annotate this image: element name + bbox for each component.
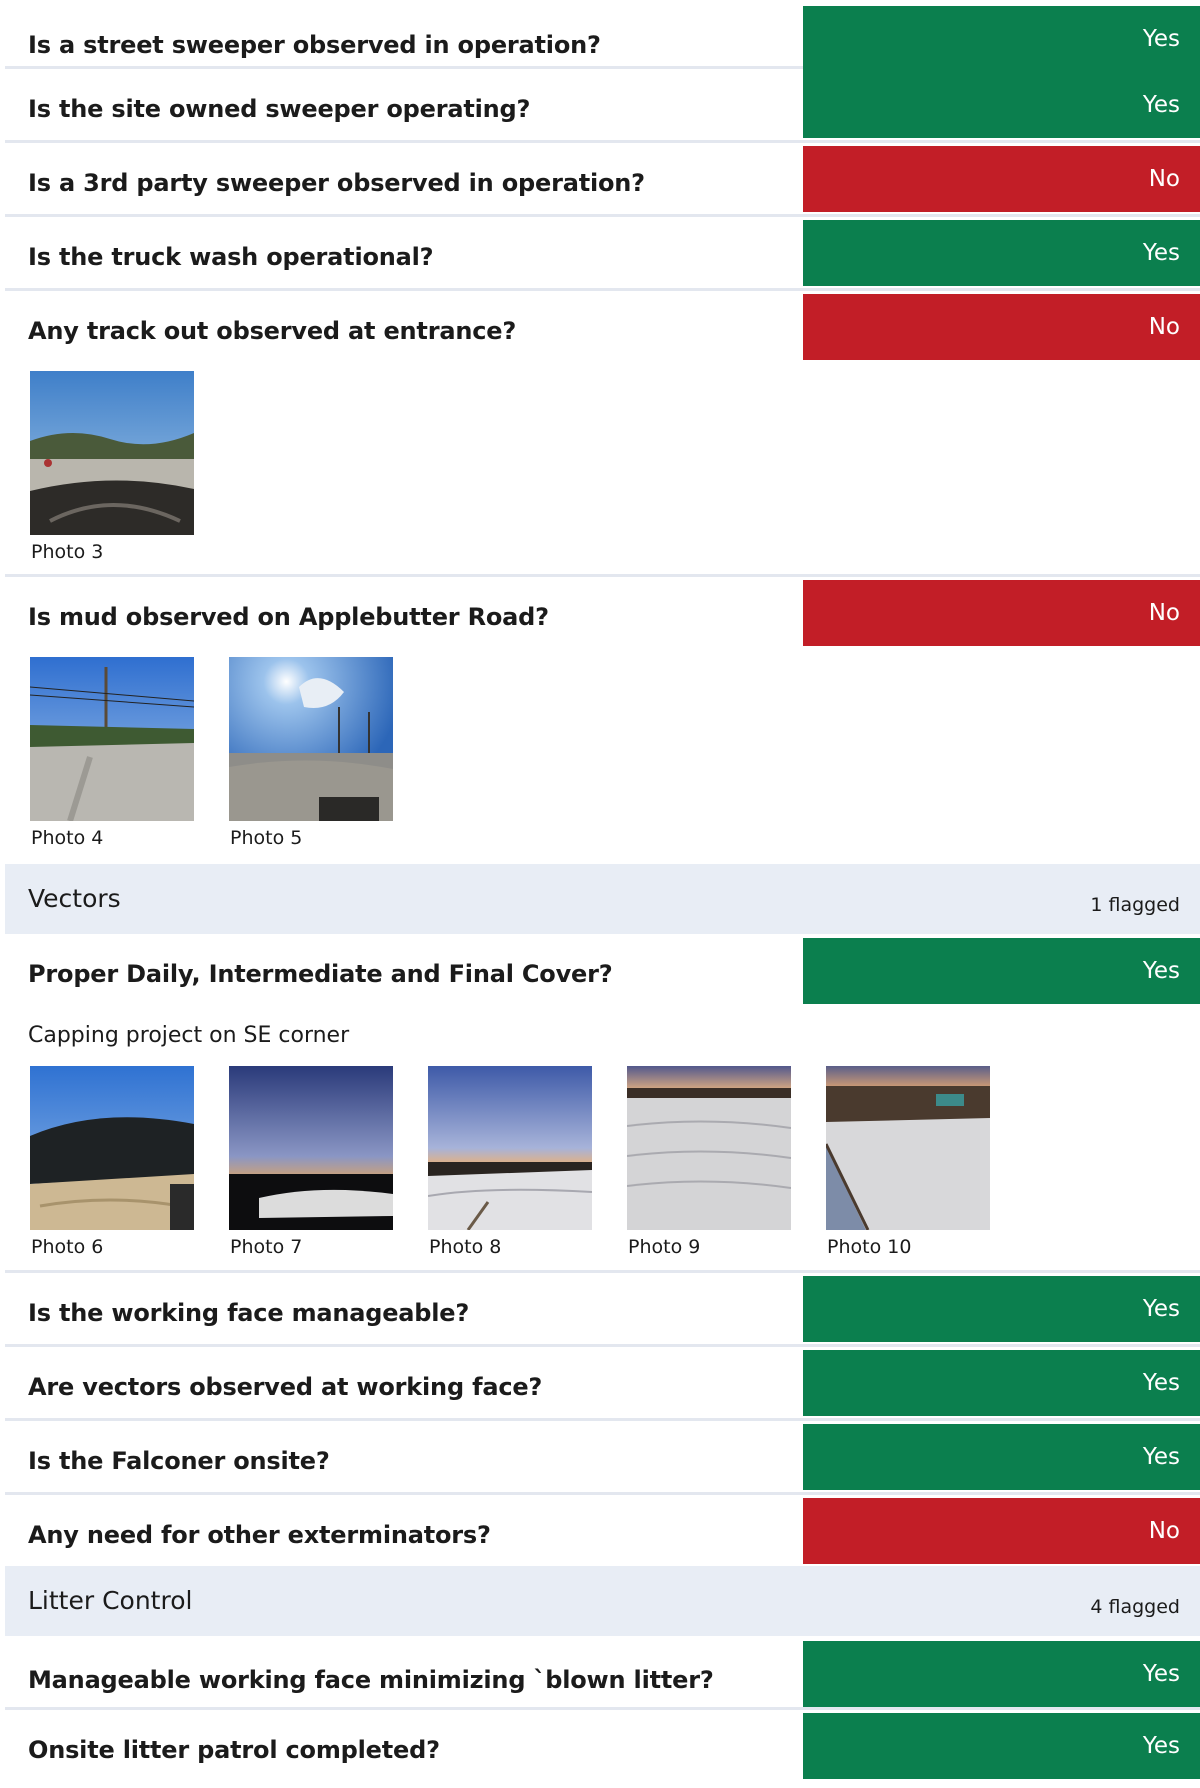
question-row: Is the truck wash operational? Yes: [5, 217, 1200, 291]
question-row: Is the Falconer onsite? Yes: [5, 1421, 1200, 1495]
section-header-litter-control[interactable]: Litter Control 4 flagged: [5, 1566, 1200, 1636]
question-text: Onsite litter patrol completed?: [28, 1736, 440, 1764]
question-row: Proper Daily, Intermediate and Final Cov…: [5, 934, 1200, 1273]
photo-item[interactable]: Photo 4: [30, 657, 194, 849]
question-row: Is the working face manageable? Yes: [5, 1273, 1200, 1347]
photo-caption: Photo 3: [31, 541, 104, 563]
photo-caption: Photo 7: [230, 1236, 303, 1258]
flagged-count: 4 flagged: [1090, 1596, 1180, 1618]
question-text: Is a 3rd party sweeper observed in opera…: [28, 169, 645, 197]
question-text: Any track out observed at entrance?: [28, 317, 517, 345]
photo-caption: Photo 4: [31, 827, 104, 849]
section-title: Vectors: [28, 884, 121, 913]
photo-thumbnail[interactable]: [428, 1066, 592, 1230]
answer-badge-yes: Yes: [803, 1424, 1200, 1490]
question-text: Is the site owned sweeper operating?: [28, 95, 531, 123]
question-row: Onsite litter patrol completed? Yes: [5, 1710, 1200, 1780]
question-row: Any need for other exterminators? No: [5, 1495, 1200, 1566]
question-row: Manageable working face minimizing `blow…: [5, 1636, 1200, 1710]
answer-badge-no: No: [803, 1498, 1200, 1564]
photo-item[interactable]: Photo 6: [30, 1066, 194, 1258]
photo-item[interactable]: Photo 5: [229, 657, 393, 849]
answer-note: Capping project on SE corner: [28, 1023, 350, 1048]
question-text: Is the working face manageable?: [28, 1299, 470, 1327]
answer-badge-yes: Yes: [803, 1276, 1200, 1342]
photo-item[interactable]: Photo 3: [30, 371, 194, 563]
photo-caption: Photo 10: [827, 1236, 912, 1258]
photo-strip: Photo 4 Photo 5: [30, 657, 393, 849]
photo-caption: Photo 9: [628, 1236, 701, 1258]
answer-badge-no: No: [803, 294, 1200, 360]
question-row: Any track out observed at entrance? No P…: [5, 291, 1200, 577]
photo-strip: Photo 6 Photo 7 Photo 8 Photo 9 Photo 10: [30, 1066, 990, 1258]
answer-badge-yes: Yes: [803, 1641, 1200, 1707]
question-row: Is mud observed on Applebutter Road? No …: [5, 577, 1200, 864]
photo-item[interactable]: Photo 10: [826, 1066, 990, 1258]
answer-badge-yes: Yes: [803, 938, 1200, 1004]
question-text: Proper Daily, Intermediate and Final Cov…: [28, 960, 613, 988]
photo-thumbnail[interactable]: [30, 657, 194, 821]
inspection-report: Is a street sweeper observed in operatio…: [5, 0, 1200, 1780]
answer-badge-yes: Yes: [803, 1350, 1200, 1416]
question-text: Manageable working face minimizing `blow…: [28, 1666, 714, 1694]
flagged-count: 1 flagged: [1090, 894, 1180, 916]
photo-caption: Photo 8: [429, 1236, 502, 1258]
answer-badge-yes: Yes: [803, 1713, 1200, 1779]
question-row: Is a 3rd party sweeper observed in opera…: [5, 143, 1200, 217]
section-header-vectors[interactable]: Vectors 1 flagged: [5, 864, 1200, 934]
photo-item[interactable]: Photo 8: [428, 1066, 592, 1258]
answer-badge-yes: Yes: [803, 220, 1200, 286]
photo-item[interactable]: Photo 9: [627, 1066, 791, 1258]
answer-badge-no: No: [803, 580, 1200, 646]
question-row: Is the site owned sweeper operating? Yes: [5, 69, 1200, 143]
photo-strip: Photo 3: [30, 371, 194, 563]
answer-badge-yes: Yes: [803, 72, 1200, 138]
photo-caption: Photo 6: [31, 1236, 104, 1258]
answer-badge-no: No: [803, 146, 1200, 212]
question-text: Is the truck wash operational?: [28, 243, 434, 271]
question-row: Are vectors observed at working face? Ye…: [5, 1347, 1200, 1421]
photo-item[interactable]: Photo 7: [229, 1066, 393, 1258]
photo-thumbnail[interactable]: [627, 1066, 791, 1230]
photo-thumbnail[interactable]: [30, 1066, 194, 1230]
question-text: Is a street sweeper observed in operatio…: [28, 31, 601, 59]
question-text: Are vectors observed at working face?: [28, 1373, 543, 1401]
photo-thumbnail[interactable]: [229, 1066, 393, 1230]
photo-thumbnail[interactable]: [229, 657, 393, 821]
photo-thumbnail[interactable]: [30, 371, 194, 535]
photo-caption: Photo 5: [230, 827, 303, 849]
answer-badge-yes: Yes: [803, 6, 1200, 72]
question-text: Is the Falconer onsite?: [28, 1447, 330, 1475]
section-title: Litter Control: [28, 1586, 193, 1615]
question-text: Is mud observed on Applebutter Road?: [28, 603, 549, 631]
question-row: Is a street sweeper observed in operatio…: [5, 0, 1200, 72]
question-text: Any need for other exterminators?: [28, 1521, 491, 1549]
photo-thumbnail[interactable]: [826, 1066, 990, 1230]
